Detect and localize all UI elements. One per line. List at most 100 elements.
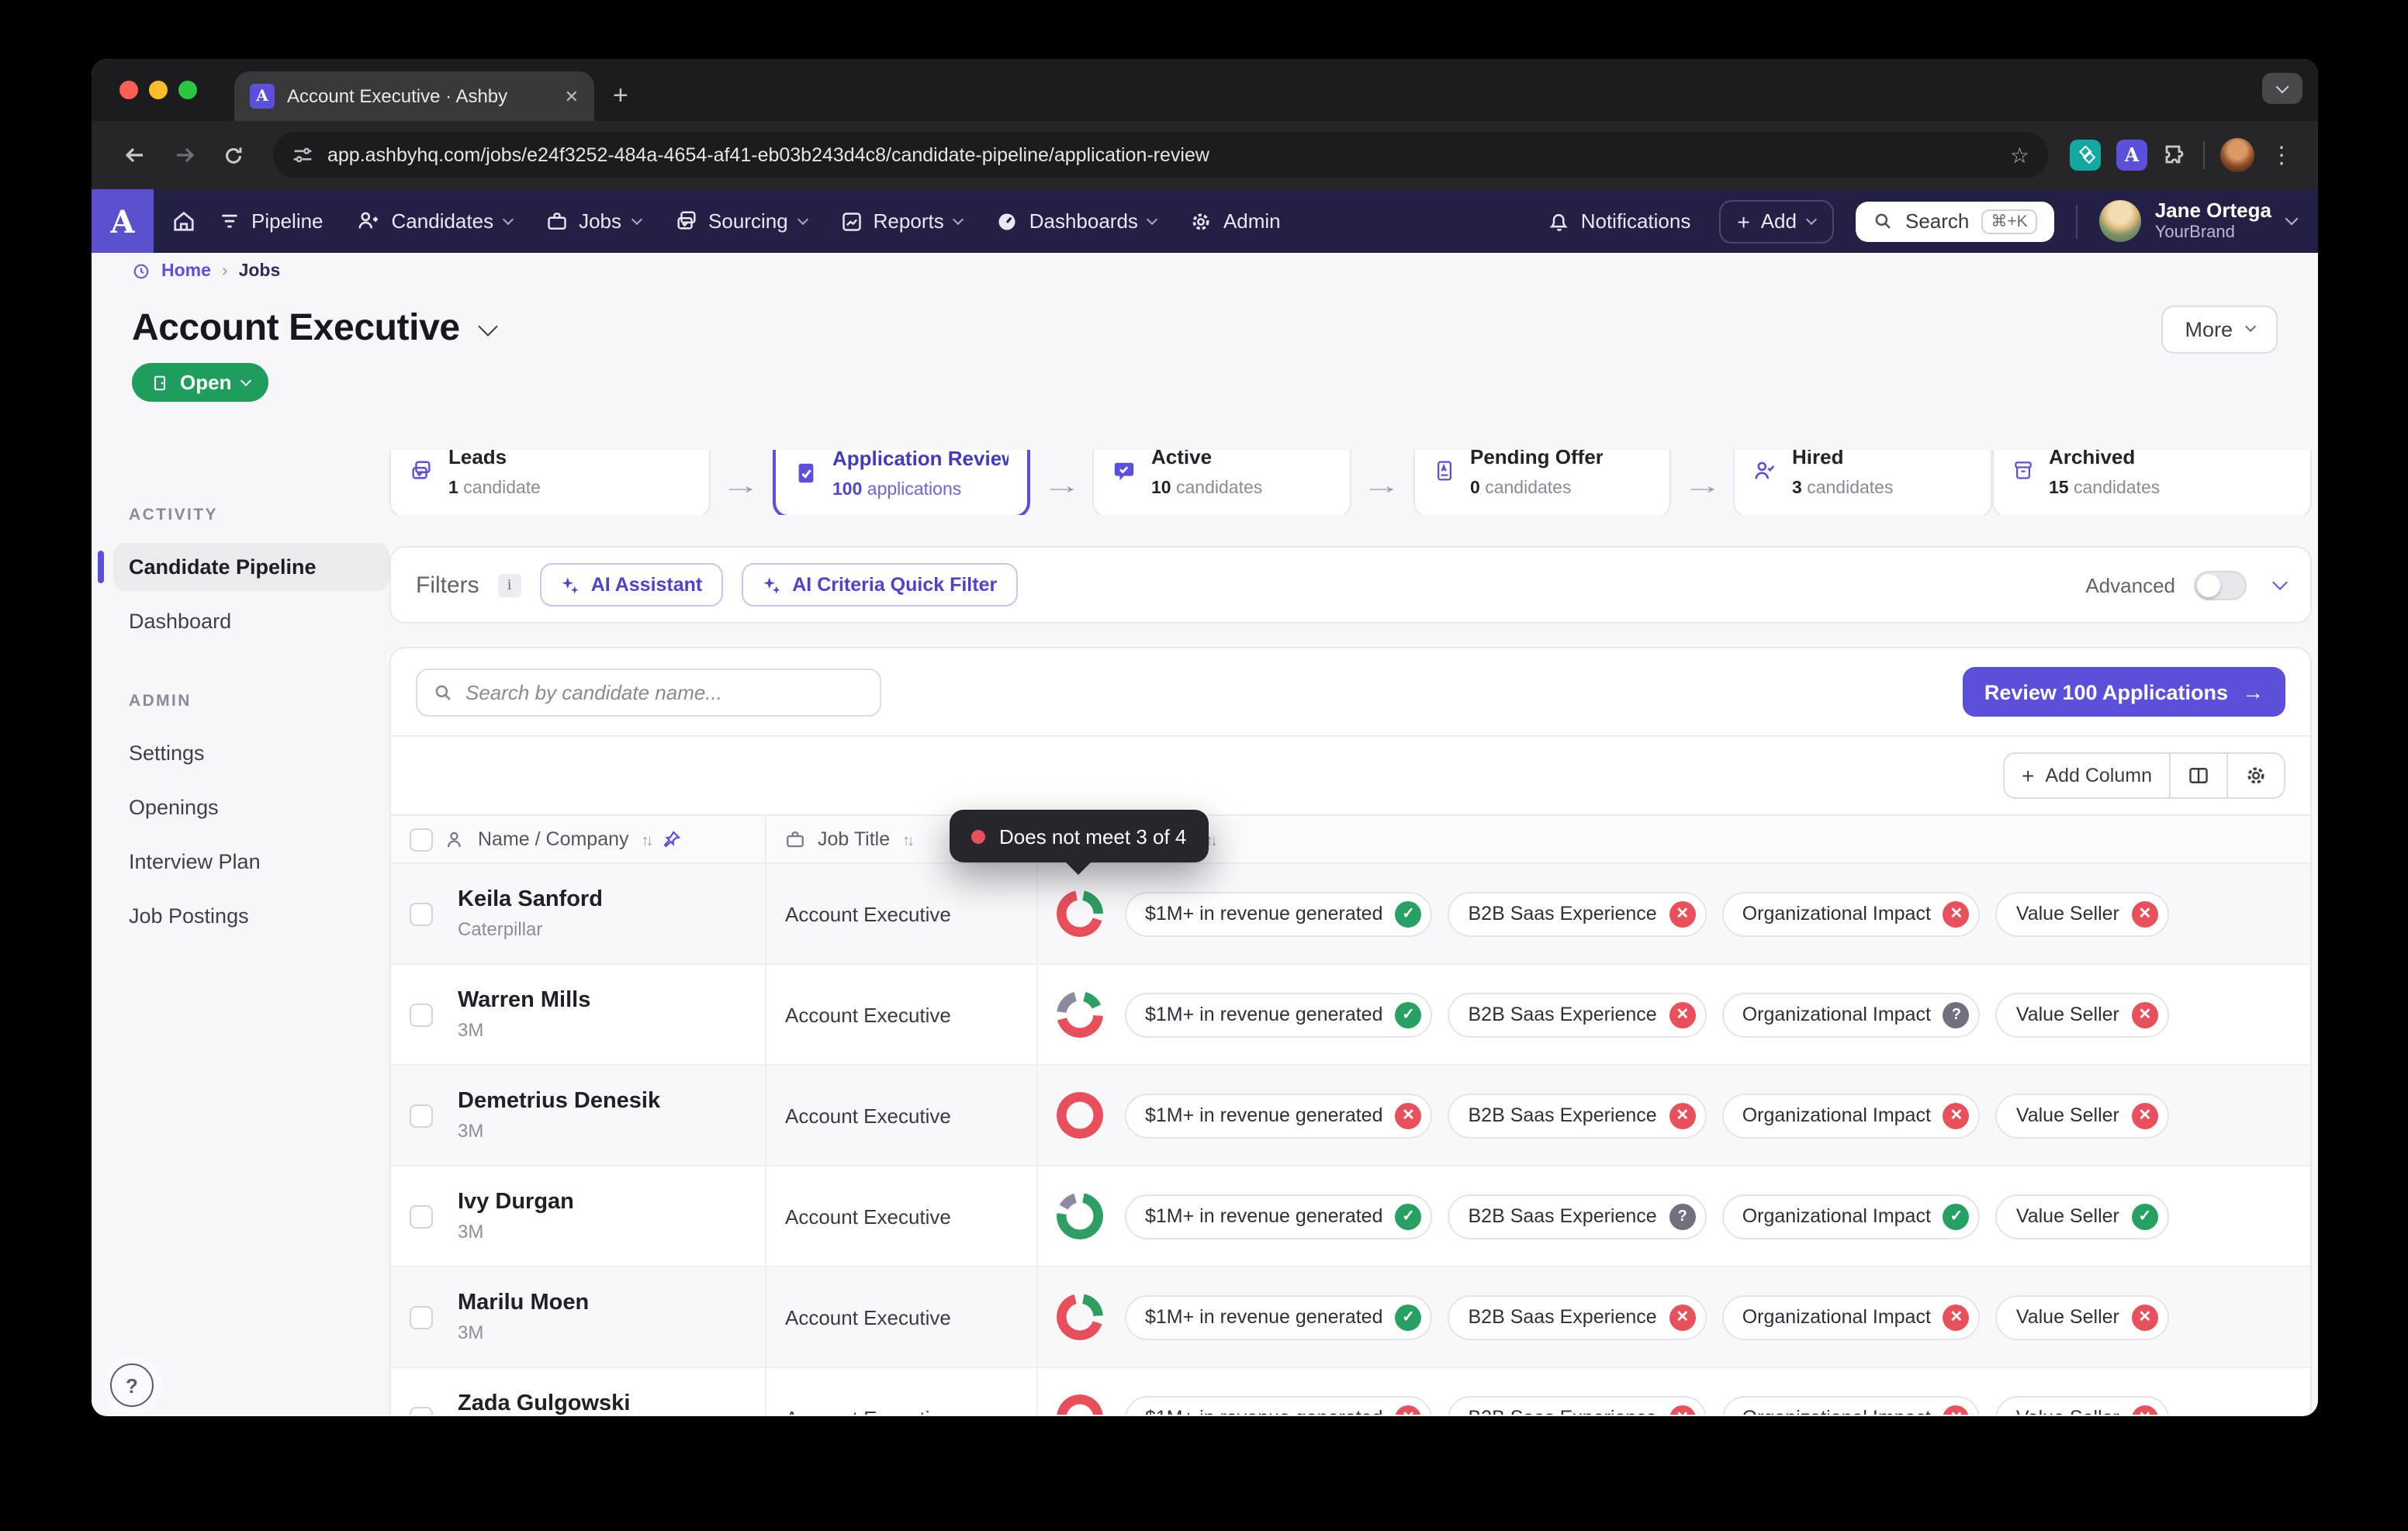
criteria-chip[interactable]: $1M+ in revenue generated ✕ xyxy=(1125,1093,1433,1138)
sidebar-item[interactable]: Dashboard xyxy=(113,597,389,645)
job-status-badge[interactable]: Open xyxy=(132,363,268,402)
add-column-button[interactable]: Add Column xyxy=(2005,754,2169,797)
criteria-chip[interactable]: $1M+ in revenue generated ✓ xyxy=(1125,992,1433,1037)
sidebar-item[interactable]: Candidate Pipeline xyxy=(113,543,389,591)
zoom-window-button[interactable] xyxy=(178,81,197,99)
criteria-chip[interactable]: B2B Saas Experience ✕ xyxy=(1448,891,1707,936)
candidate-name[interactable]: Demetrius Denesik xyxy=(458,1089,660,1114)
criteria-chip[interactable]: $1M+ in revenue generated ✓ xyxy=(1125,891,1433,936)
candidate-name[interactable]: Marilu Moen xyxy=(458,1291,589,1315)
criteria-chip[interactable]: $1M+ in revenue generated ✓ xyxy=(1125,1194,1433,1239)
minimize-window-button[interactable] xyxy=(149,81,168,99)
browser-profile-avatar[interactable] xyxy=(2220,138,2254,172)
filters-expand-chevron-icon[interactable] xyxy=(2272,575,2288,590)
sidebar-item[interactable]: Settings xyxy=(113,729,389,777)
bookmark-star-icon[interactable]: ☆ xyxy=(2010,144,2029,166)
nav-item[interactable]: Sourcing xyxy=(657,209,824,233)
header-criteria[interactable] xyxy=(1036,816,2310,862)
nav-item[interactable]: Reports xyxy=(824,209,980,233)
advanced-toggle[interactable] xyxy=(2194,570,2247,600)
extension-icon[interactable] xyxy=(2070,140,2101,171)
pin-icon[interactable] xyxy=(663,830,682,848)
stage-card[interactable]: Pending Offer 0 candidates xyxy=(1413,450,1671,515)
criteria-chip[interactable]: B2B Saas Experience ✕ xyxy=(1448,992,1707,1037)
candidate-name[interactable]: Zada Gulgowski xyxy=(458,1391,630,1415)
close-window-button[interactable] xyxy=(119,81,138,99)
criteria-chip[interactable]: Value Seller ✓ xyxy=(1996,1194,2169,1239)
nav-item[interactable]: Jobs xyxy=(529,209,657,233)
window-controls[interactable] xyxy=(119,81,197,99)
row-checkbox[interactable] xyxy=(410,1104,433,1127)
back-icon[interactable] xyxy=(123,143,147,168)
table-row[interactable]: Marilu Moen 3M Account Executive xyxy=(391,1267,2310,1368)
candidate-name[interactable]: Warren Mills xyxy=(458,988,590,1013)
criteria-chip[interactable]: Value Seller ✕ xyxy=(1996,891,2169,936)
review-applications-button[interactable]: Review 100 Applications xyxy=(1963,667,2285,717)
notifications-button[interactable]: Notifications xyxy=(1548,209,1691,233)
add-button[interactable]: Add xyxy=(1718,199,1834,243)
stage-card[interactable]: Archived 15 candidates xyxy=(1991,450,2312,515)
ai-criteria-quick-filter-button[interactable]: AI Criteria Quick Filter xyxy=(741,563,1017,607)
info-icon[interactable]: i xyxy=(498,573,521,596)
select-all-checkbox[interactable] xyxy=(410,828,433,851)
tab-search-button[interactable] xyxy=(2262,73,2302,104)
stage-card[interactable]: Active 10 candidates xyxy=(1092,450,1351,515)
criteria-chip[interactable]: Organizational Impact ✕ xyxy=(1722,1294,1981,1339)
criteria-chip[interactable]: Value Seller ✕ xyxy=(1996,1294,2169,1339)
user-menu[interactable]: Jane Ortega YourBrand xyxy=(2155,199,2271,242)
criteria-chip[interactable]: Organizational Impact ? xyxy=(1722,992,1981,1037)
row-checkbox[interactable] xyxy=(410,1204,433,1228)
history-icon[interactable] xyxy=(132,261,150,280)
criteria-chip[interactable]: Organizational Impact ✕ xyxy=(1722,891,1981,936)
table-row[interactable]: Demetrius Denesik 3M Account Executive xyxy=(391,1066,2310,1166)
address-bar[interactable]: app.ashbyhq.com/jobs/e24f3252-484a-4654-… xyxy=(273,132,2048,178)
reload-icon[interactable] xyxy=(222,143,245,167)
criteria-chip[interactable]: $1M+ in revenue generated ✓ xyxy=(1125,1294,1433,1339)
row-checkbox[interactable] xyxy=(410,902,433,925)
criteria-chip[interactable]: Organizational Impact ✕ xyxy=(1722,1395,1981,1415)
candidate-search-input[interactable] xyxy=(465,680,864,703)
criteria-chip[interactable]: $1M+ in revenue generated ✕ xyxy=(1125,1395,1433,1415)
table-row[interactable]: Keila Sanford Caterpillar Account Execut… xyxy=(391,864,2310,965)
criteria-chip[interactable]: Organizational Impact ✓ xyxy=(1722,1194,1981,1239)
extensions-puzzle-icon[interactable] xyxy=(2163,143,2188,168)
home-icon[interactable] xyxy=(172,209,195,233)
sort-icon[interactable] xyxy=(902,828,912,850)
job-switcher-chevron-icon[interactable] xyxy=(479,316,498,336)
ai-assistant-button[interactable]: AI Assistant xyxy=(540,563,723,607)
browser-menu-icon[interactable]: ⋮ xyxy=(2270,141,2293,169)
site-info-icon[interactable] xyxy=(292,144,313,166)
nav-item[interactable]: Pipeline xyxy=(202,209,341,233)
forward-icon[interactable] xyxy=(172,143,197,168)
nav-item[interactable]: Candidates xyxy=(341,209,530,233)
global-search-button[interactable]: Search ⌘+K xyxy=(1856,201,2054,241)
criteria-chip[interactable]: Value Seller ✕ xyxy=(1996,992,2169,1037)
browser-tab[interactable]: A Account Executive · Ashby ✕ xyxy=(234,71,594,121)
criteria-chip[interactable]: B2B Saas Experience ? xyxy=(1448,1194,1707,1239)
breadcrumb-home-link[interactable]: Home xyxy=(161,261,211,280)
more-button[interactable]: More xyxy=(2161,305,2278,353)
ashby-logo[interactable]: A xyxy=(92,189,154,253)
stage-card[interactable]: Application Review 100 applications xyxy=(772,450,1030,515)
candidate-name[interactable]: Ivy Durgan xyxy=(458,1190,574,1215)
nav-item[interactable]: Dashboards xyxy=(980,209,1174,233)
criteria-chip[interactable]: B2B Saas Experience ✕ xyxy=(1448,1294,1707,1339)
table-settings-button[interactable] xyxy=(2226,754,2284,797)
table-row[interactable]: Zada Gulgowski Caterpillar Account Execu… xyxy=(391,1368,2310,1415)
column-layout-button[interactable] xyxy=(2169,754,2226,797)
user-avatar[interactable] xyxy=(2099,200,2141,242)
row-checkbox[interactable] xyxy=(410,1003,433,1026)
table-row[interactable]: Ivy Durgan 3M Account Executive xyxy=(391,1166,2310,1267)
criteria-chip[interactable]: B2B Saas Experience ✕ xyxy=(1448,1395,1707,1415)
criteria-chip[interactable]: Organizational Impact ✕ xyxy=(1722,1093,1981,1138)
stage-card[interactable]: Leads 1 candidate xyxy=(389,450,710,515)
sidebar-item[interactable]: Openings xyxy=(113,783,389,831)
stage-card[interactable]: Hired 3 candidates xyxy=(1733,450,1991,515)
criteria-chip[interactable]: B2B Saas Experience ✕ xyxy=(1448,1093,1707,1138)
sidebar-item[interactable]: Job Postings xyxy=(113,892,389,940)
tab-close-icon[interactable]: ✕ xyxy=(565,86,579,106)
help-button[interactable]: ? xyxy=(110,1363,154,1407)
ashby-extension-icon[interactable]: A xyxy=(2116,140,2147,171)
new-tab-button[interactable]: + xyxy=(613,82,628,109)
candidate-search[interactable] xyxy=(416,668,881,716)
